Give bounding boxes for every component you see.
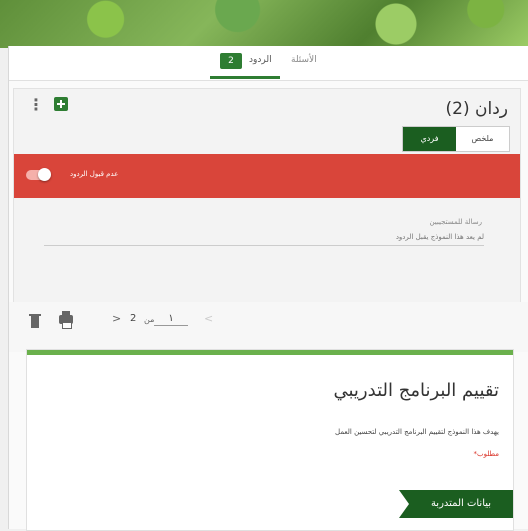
print-icon[interactable]: [59, 311, 73, 329]
chevron-left-icon[interactable]: <: [204, 312, 213, 325]
accepting-responses-switch[interactable]: [26, 168, 51, 181]
summary-view-button[interactable]: ملخص: [456, 127, 509, 151]
active-tab-indicator: [210, 76, 280, 79]
responses-panel: الأسئلة الردود 2 ردان (2) ⋮ ملخص فردي عد…: [8, 46, 528, 531]
section-title-banner: بيانات المتدربة: [399, 490, 513, 518]
form-accent-bar: [27, 350, 513, 355]
responses-title: ردان (2): [445, 99, 509, 119]
respondent-message-input[interactable]: [44, 229, 484, 246]
tab-questions[interactable]: الأسئلة: [291, 55, 317, 65]
chevron-right-icon[interactable]: >: [112, 312, 121, 325]
switch-knob: [38, 168, 51, 181]
header-image: [0, 0, 528, 48]
response-total: 2: [130, 313, 137, 324]
form-description: يهدف هذا النموذج لتقييم البرنامج التدريب…: [335, 428, 499, 436]
responses-card: ردان (2) ⋮ ملخص فردي عدم قبول الردود رسا…: [13, 88, 521, 316]
individual-view-button[interactable]: فردي: [403, 127, 456, 151]
not-accepting-banner: عدم قبول الردود: [14, 154, 520, 198]
trash-icon[interactable]: [29, 314, 41, 328]
current-response-input[interactable]: [154, 311, 188, 326]
more-vert-icon[interactable]: ⋮: [28, 95, 44, 114]
of-label: من: [144, 315, 155, 324]
form-title: تقييم البرنامج التدريبي: [333, 380, 499, 401]
responses-count-badge: 2: [220, 53, 242, 69]
sheets-icon[interactable]: [54, 97, 68, 111]
tab-responses[interactable]: الردود: [249, 55, 272, 65]
response-navigator: > 2 من <: [9, 302, 528, 352]
tab-bar: الأسئلة الردود 2: [9, 46, 528, 81]
view-toggle: ملخص فردي: [402, 126, 510, 152]
required-note: *مطلوب: [473, 450, 499, 458]
message-label: رسالة للمستجيبين: [429, 218, 482, 226]
form-response-card: تقييم البرنامج التدريبي يهدف هذا النموذج…: [26, 349, 514, 531]
accepting-label: عدم قبول الردود: [70, 170, 119, 178]
